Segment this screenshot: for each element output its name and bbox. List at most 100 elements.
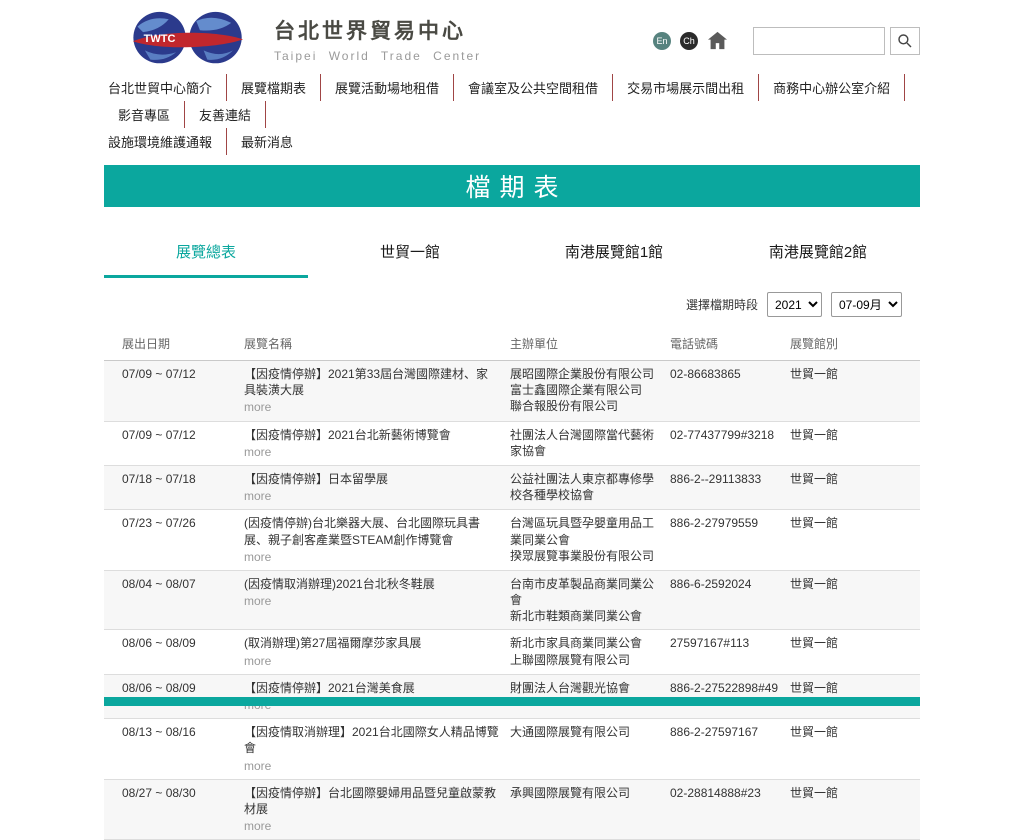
period-select[interactable]: 07-09月 — [831, 292, 902, 317]
lang-ch-button[interactable]: Ch — [680, 31, 698, 50]
organizer-name: 揆眾展覽事業股份有限公司 — [510, 548, 655, 563]
table-row: 08/27 ~ 08/30 【因疫情停辦】台北國際嬰婦用品暨兒童啟蒙教材展 more… — [104, 779, 920, 840]
search-button[interactable] — [890, 26, 920, 55]
exhibition-date: 07/09 ~ 07/12 — [104, 421, 244, 466]
globe-logo-icon: TWTC — [132, 11, 244, 64]
exhibition-name-cell: 【因疫情停辦】日本留學展 more — [244, 465, 510, 511]
venue-name: 世貿一館 — [790, 360, 920, 422]
organizer-name: 承興國際展覽有限公司 — [510, 785, 631, 800]
nav-item[interactable]: 商務中心辦公室介紹 — [759, 74, 906, 101]
page-banner: 檔期表 — [104, 165, 920, 207]
nav-item[interactable]: 會議室及公共空間租借 — [454, 74, 614, 101]
search-box — [753, 26, 920, 55]
nav-item[interactable]: 展覽檔期表 — [227, 74, 322, 101]
organizer-name: 大通國際展覽有限公司 — [510, 725, 631, 740]
site-title: 台北世界貿易中心 Taipei World Trade Center — [274, 15, 481, 63]
venue-name: 世貿一館 — [790, 718, 920, 780]
more-link[interactable]: more — [244, 488, 271, 504]
exhibition-date: 07/09 ~ 07/12 — [104, 360, 244, 422]
more-link[interactable]: more — [244, 549, 271, 565]
table-row: 07/09 ~ 07/12 【因疫情停辦】2021第33屆台灣國際建材、家具裝潢大… — [104, 360, 920, 422]
page-container: TWTC 台北世界貿易中心 Taipei World Trade Center … — [104, 0, 920, 840]
footer-bar — [104, 697, 920, 706]
search-icon — [898, 33, 912, 48]
table-header-row: 展出日期 展覽名稱 主辦單位 電話號碼 展覽館別 — [104, 327, 920, 361]
tab[interactable]: 展覽總表 — [104, 233, 308, 278]
more-link[interactable]: more — [244, 818, 271, 834]
page-title: 檔期表 — [465, 174, 568, 202]
phone-number: 886-6-2592024 — [670, 570, 790, 631]
year-select[interactable]: 2021 — [767, 292, 822, 317]
nav-item[interactable]: 設施環境維護通報 — [104, 128, 228, 155]
phone-number: 27597167#113 — [670, 629, 790, 675]
phone-number: 886-2-27979559 — [670, 509, 790, 571]
venue-name: 世貿一館 — [790, 509, 920, 571]
phone-number: 886-2--29113833 — [670, 465, 790, 511]
main-nav: 台北世貿中心簡介 展覽檔期表 展覽活動場地租借 會議室及公共空間租借 交易市場展示間出租… — [104, 72, 920, 161]
nav-item[interactable]: 友善連結 — [185, 101, 267, 128]
table-row: 08/06 ~ 08/09 (取消辦理)第27屆福爾摩莎家具展 more 新北市家具商… — [104, 629, 920, 675]
nav-item[interactable]: 台北世貿中心簡介 — [104, 74, 228, 101]
organizer-cell: 新北市家具商業同業公會 上聯國際展覽有限公司 — [510, 629, 670, 675]
organizer-name: 新北市家具商業同業公會 — [510, 636, 643, 651]
nav-item[interactable]: 展覽活動場地租借 — [321, 74, 455, 101]
nav-item[interactable]: 交易市場展示間出租 — [613, 74, 760, 101]
more-link[interactable]: more — [244, 758, 271, 774]
column-header: 電話號碼 — [670, 327, 790, 361]
organizer-name: 公益社團法人東京都專修學校各種學校協會 — [510, 471, 655, 503]
twtc-logo[interactable]: TWTC — [132, 10, 244, 67]
filter-row: 選擇檔期時段 2021 07-09月 — [104, 292, 920, 317]
table-row: 08/04 ~ 08/07 (因疫情取消辦理)2021台北秋冬鞋展 more 台南市皮… — [104, 570, 920, 631]
venue-name: 世貿一館 — [790, 465, 920, 511]
site-title-en: Taipei World Trade Center — [274, 48, 482, 63]
schedule-table-body: 07/09 ~ 07/12 【因疫情停辦】2021第33屆台灣國際建材、家具裝潢大… — [104, 360, 920, 840]
organizer-name: 財團法人台灣觀光協會 — [510, 680, 631, 695]
table-row: 07/18 ~ 07/18 【因疫情停辦】日本留學展 more 公益社團法人東京都專修… — [104, 465, 920, 511]
table-row: 07/09 ~ 07/12 【因疫情停辦】2021台北新藝術博覽會 more 社團法人… — [104, 421, 920, 466]
exhibition-date: 08/06 ~ 08/09 — [104, 629, 244, 675]
nav-item[interactable]: 最新消息 — [227, 128, 307, 155]
tab[interactable]: 南港展覽館1館 — [512, 233, 716, 278]
phone-number: 886-2-27597167 — [670, 718, 790, 780]
organizer-cell: 大通國際展覽有限公司 — [510, 718, 670, 780]
venue-name: 世貿一館 — [790, 779, 920, 840]
organizer-name: 富士鑫國際企業有限公司 — [510, 383, 643, 398]
exhibition-name-cell: 【因疫情停辦】台北國際嬰婦用品暨兒童啟蒙教材展 more — [244, 779, 510, 840]
exhibition-name: 【因疫情停辦】2021第33屆台灣國際建材、家具裝潢大展 — [244, 367, 489, 398]
organizer-cell: 承興國際展覽有限公司 — [510, 779, 670, 840]
exhibition-date: 08/27 ~ 08/30 — [104, 779, 244, 840]
exhibition-name: (因疫情停辦)台北樂器大展、台北國際玩具書展、親子創客產業暨STEAM創作博覽會 — [244, 516, 480, 547]
more-link[interactable]: more — [244, 444, 271, 460]
more-link[interactable]: more — [244, 399, 271, 415]
organizer-name: 台南市皮革製品商業同業公會 — [510, 576, 655, 608]
tab[interactable]: 南港展覽館2館 — [716, 233, 920, 278]
nav-row-1: 台北世貿中心簡介 展覽檔期表 展覽活動場地租借 會議室及公共空間租借 交易市場展示間出租… — [104, 74, 920, 128]
exhibition-name: (取消辦理)第27屆福爾摩莎家具展 — [244, 636, 422, 651]
search-input[interactable] — [753, 26, 885, 55]
exhibition-name: 【因疫情停辦】2021台灣美食展 — [244, 680, 415, 695]
phone-number: 02-86683865 — [670, 360, 790, 422]
nav-item[interactable]: 影音專區 — [104, 101, 186, 128]
exhibition-date: 07/18 ~ 07/18 — [104, 465, 244, 511]
schedule-table: 展出日期 展覽名稱 主辦單位 電話號碼 展覽館別 07/09 ~ 07/12 【因疫情停辦… — [104, 327, 920, 840]
organizer-name: 聯合報股份有限公司 — [510, 399, 619, 414]
more-link[interactable]: more — [244, 593, 271, 609]
more-link[interactable]: more — [244, 653, 271, 669]
exhibition-name-cell: 【因疫情取消辦理】2021台北國際女人精品博覽會 more — [244, 718, 510, 780]
home-icon[interactable] — [707, 31, 728, 50]
organizer-name: 台灣區玩具暨孕嬰童用品工業同業公會 — [510, 516, 655, 547]
header-controls: En Ch — [653, 23, 920, 55]
organizer-name: 展昭國際企業股份有限公司 — [510, 367, 655, 381]
logo-text: TWTC — [144, 33, 176, 45]
site-header: TWTC 台北世界貿易中心 Taipei World Trade Center … — [104, 0, 920, 72]
organizer-cell: 公益社團法人東京都專修學校各種學校協會 — [510, 465, 670, 511]
column-header: 展出日期 — [104, 327, 244, 361]
organizer-cell: 台灣區玩具暨孕嬰童用品工業同業公會 揆眾展覽事業股份有限公司 — [510, 509, 670, 571]
organizer-cell: 社團法人台灣國際當代藝術家協會 — [510, 421, 670, 466]
exhibition-name-cell: 【因疫情停辦】2021台北新藝術博覽會 more — [244, 421, 510, 466]
organizer-cell: 展昭國際企業股份有限公司 富士鑫國際企業有限公司 聯合報股份有限公司 — [510, 360, 670, 422]
exhibition-name-cell: 【因疫情停辦】2021第33屆台灣國際建材、家具裝潢大展 more — [244, 360, 510, 422]
tab[interactable]: 世貿一館 — [308, 233, 512, 278]
organizer-name: 上聯國際展覽有限公司 — [510, 652, 631, 667]
lang-en-button[interactable]: En — [653, 31, 671, 50]
